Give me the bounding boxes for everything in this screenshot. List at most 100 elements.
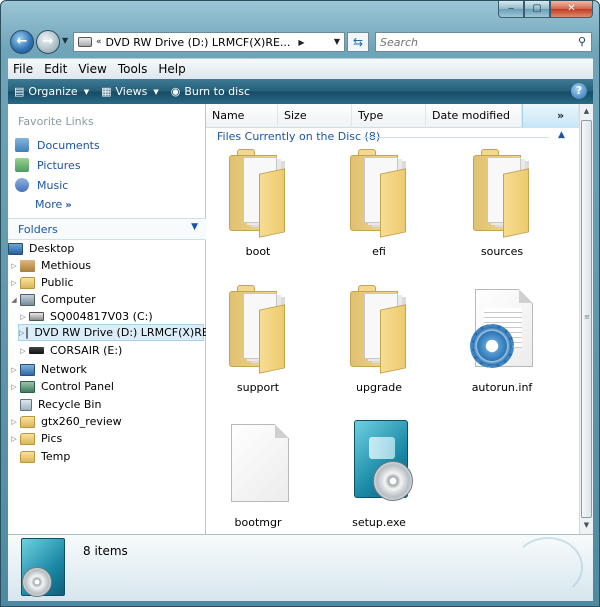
expand-arrow-icon[interactable]: ▷	[19, 347, 27, 355]
address-bar[interactable]: « DVD RW Drive (D:) LRMCF(X)RE... ▶ ▼	[73, 32, 345, 52]
menu-file[interactable]: File	[8, 62, 38, 76]
expand-arrow-icon[interactable]: ▷	[10, 279, 18, 287]
documents-icon	[15, 138, 29, 152]
tree-label: Computer	[41, 293, 96, 306]
column-name[interactable]: Name	[206, 104, 278, 128]
control-panel-icon	[20, 380, 35, 393]
burn-disc-icon: ◉	[170, 85, 181, 98]
tree-label: SQ004817V03 (C:)	[50, 310, 153, 323]
scrollbar-thumb[interactable]: ≡	[581, 120, 592, 518]
expand-arrow-icon[interactable]: ▷	[10, 435, 18, 443]
history-dropdown-icon[interactable]: ▼	[62, 36, 68, 45]
menu-help[interactable]: Help	[153, 62, 190, 76]
expand-arrow-icon[interactable]: ▷	[10, 262, 18, 270]
tree-item-network[interactable]: ▷ Network	[10, 361, 87, 378]
column-date-modified[interactable]: Date modified	[426, 104, 522, 128]
expand-arrow-icon[interactable]: ▷	[10, 418, 18, 426]
maximize-button[interactable]: ▢	[524, 1, 550, 18]
file-item-autorun[interactable]: autorun.inf	[447, 285, 557, 395]
tree-label: Recycle Bin	[38, 398, 102, 411]
tree-item-dvd-drive[interactable]: ▷ DVD RW Drive (D:) LRMCF(X)RE_	[18, 324, 214, 341]
favorite-music[interactable]: Music	[15, 176, 68, 194]
file-item-bootmgr[interactable]: bootmgr	[203, 420, 313, 530]
close-button[interactable]: ✕	[550, 1, 593, 18]
back-button[interactable]: ←	[10, 30, 34, 54]
file-item-upgrade[interactable]: upgrade	[324, 285, 434, 395]
burn-to-disc-label: Burn to disc	[184, 85, 251, 98]
forward-button[interactable]: →	[36, 30, 60, 54]
vertical-scrollbar[interactable]: ▲ ≡ ▼	[579, 104, 593, 534]
menu-view[interactable]: View	[73, 62, 111, 76]
refresh-button[interactable]: ⇆	[347, 32, 369, 52]
search-box[interactable]: ⚲	[375, 32, 592, 52]
more-columns-button[interactable]: »	[522, 104, 579, 128]
menu-edit[interactable]: Edit	[39, 62, 72, 76]
address-dropdown-icon[interactable]: ▼	[334, 37, 340, 46]
breadcrumb-overflow-icon[interactable]: «	[96, 37, 102, 47]
file-item-sources[interactable]: sources	[447, 149, 557, 259]
tree-label: Desktop	[29, 242, 75, 255]
tree-item-pics[interactable]: ▷ Pics	[10, 430, 62, 447]
tree-item-public[interactable]: ▷ Public	[10, 274, 73, 291]
scroll-up-icon[interactable]: ▲	[580, 104, 593, 119]
views-button[interactable]: ▦ Views ▼	[95, 79, 165, 104]
search-icon[interactable]: ⚲	[578, 35, 586, 48]
file-item-support[interactable]: support	[203, 285, 313, 395]
folders-header[interactable]: Folders ▼	[8, 218, 206, 240]
expand-arrow-icon[interactable]: ▷	[19, 329, 24, 337]
file-label: support	[236, 381, 280, 394]
file-item-boot[interactable]: boot	[203, 149, 313, 259]
file-item-setup[interactable]: setup.exe	[324, 420, 434, 530]
menu-tools[interactable]: Tools	[113, 62, 153, 76]
dvd-drive-icon	[26, 326, 29, 339]
usb-drive-icon	[29, 347, 44, 354]
tree-item-methious[interactable]: ▷ Methious	[10, 257, 91, 274]
expand-arrow-icon[interactable]: ▷	[10, 366, 18, 374]
group-header[interactable]: Files Currently on the Disc (8)	[217, 130, 380, 143]
minimize-button[interactable]: ‒	[498, 1, 524, 18]
breadcrumb-current[interactable]: DVD RW Drive (D:) LRMCF(X)RE...	[106, 36, 291, 49]
expand-arrow-icon[interactable]: ▷	[10, 383, 18, 391]
file-label: setup.exe	[352, 516, 406, 529]
chevron-down-icon: ▼	[191, 222, 198, 232]
column-type[interactable]: Type	[352, 104, 426, 128]
favorite-documents[interactable]: Documents	[15, 136, 100, 154]
organize-icon: ▤	[14, 85, 25, 98]
views-icon: ▦	[101, 85, 112, 98]
favorite-label: Music	[37, 178, 69, 192]
tree-item-computer[interactable]: ◢ Computer	[10, 291, 96, 308]
expand-arrow-icon[interactable]: ▷	[19, 313, 27, 321]
favorite-links-title: Favorite Links	[18, 115, 94, 128]
details-pane: 8 items	[8, 534, 593, 601]
burn-to-disc-button[interactable]: ◉ Burn to disc	[165, 79, 256, 104]
collapse-arrow-icon[interactable]: ◢	[10, 296, 18, 304]
favorite-pictures[interactable]: Pictures	[15, 156, 81, 174]
tree-item-e-drive[interactable]: ▷ CORSAIR (E:)	[19, 342, 122, 359]
tree-item-recycle-bin[interactable]: Recycle Bin	[10, 396, 101, 413]
tree-item-control-panel[interactable]: ▷ Control Panel	[10, 378, 114, 395]
forward-arrow-icon: →	[42, 34, 54, 49]
organize-button[interactable]: ▤ Organize ▼	[8, 79, 95, 104]
folders-title: Folders	[18, 223, 58, 236]
more-links[interactable]: More»	[35, 198, 72, 211]
tree-label: Methious	[41, 259, 92, 272]
tree-item-desktop[interactable]: Desktop	[8, 240, 74, 257]
tree-item-gtx260-review[interactable]: ▷ gtx260_review	[10, 413, 122, 430]
caption-buttons: ‒ ▢ ✕	[498, 1, 593, 18]
help-button[interactable]: ?	[571, 83, 587, 99]
column-header-row: Name Size Type Date modified »	[206, 104, 579, 128]
breadcrumb-chevron-icon[interactable]: ▶	[298, 38, 304, 47]
search-input[interactable]	[376, 33, 566, 51]
scroll-down-icon[interactable]: ▼	[580, 518, 593, 533]
favorite-label: Pictures	[37, 158, 81, 172]
column-size[interactable]: Size	[278, 104, 352, 128]
blank-file-icon	[231, 424, 289, 502]
item-count: 8 items	[83, 544, 128, 558]
tree-item-temp[interactable]: Temp	[10, 448, 70, 465]
setup-icon	[354, 420, 413, 501]
tree-item-c-drive[interactable]: ▷ SQ004817V03 (C:)	[19, 308, 153, 325]
tree-label: gtx260_review	[41, 415, 122, 428]
file-item-efi[interactable]: efi	[324, 149, 434, 259]
command-bar: ▤ Organize ▼ ▦ Views ▼ ◉ Burn to disc ?	[8, 79, 593, 104]
chevron-up-icon[interactable]: ▲	[558, 130, 565, 140]
